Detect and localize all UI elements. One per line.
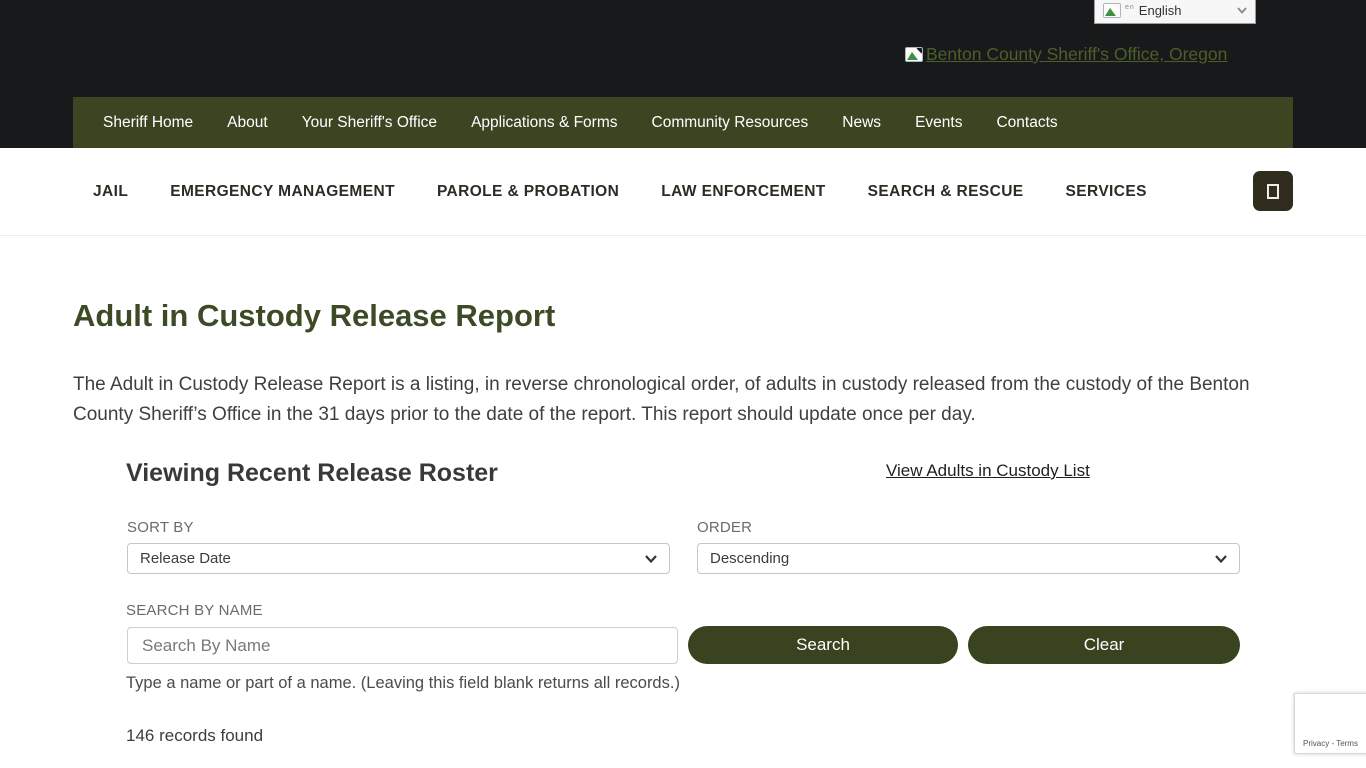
main-nav-item-contacts[interactable]: Contacts (979, 97, 1074, 148)
recaptcha-privacy-terms[interactable]: Privacy - Terms (1303, 739, 1358, 748)
search-by-name-input[interactable] (127, 627, 678, 664)
site-logo-link[interactable]: Benton County Sheriff's Office, Oregon (905, 44, 1227, 65)
secondary-nav-item-law-enforcement[interactable]: LAW ENFORCEMENT (661, 183, 825, 201)
language-selector[interactable]: en English (1094, 0, 1256, 24)
main-nav-item-your-sheriff-s-office[interactable]: Your Sheriff's Office (285, 97, 454, 148)
search-by-name-label: SEARCH BY NAME (126, 602, 263, 619)
main-nav-item-sheriff-home[interactable]: Sheriff Home (86, 97, 210, 148)
secondary-nav-item-search-rescue[interactable]: SEARCH & RESCUE (868, 183, 1024, 201)
secondary-nav: JAIL EMERGENCY MANAGEMENT PAROLE & PROBATI… (0, 148, 1366, 236)
records-found-text: 146 records found (126, 726, 263, 746)
main-nav-item-applications-forms[interactable]: Applications & Forms (454, 97, 634, 148)
language-code-label: en (1125, 4, 1135, 11)
broken-image-icon (905, 47, 923, 62)
page-title: Adult in Custody Release Report (73, 298, 555, 334)
search-toggle-button[interactable] (1253, 171, 1293, 211)
clear-button[interactable]: Clear (968, 626, 1240, 664)
search-helper-text: Type a name or part of a name. (Leaving … (126, 674, 680, 693)
sort-by-selected-value: Release Date (140, 550, 231, 567)
language-selected-label: English (1139, 3, 1182, 18)
recaptcha-badge[interactable]: Privacy - Terms (1294, 693, 1366, 754)
chevron-down-icon (1237, 7, 1247, 14)
main-nav-item-about[interactable]: About (210, 97, 285, 148)
sort-by-label: SORT BY (127, 519, 194, 536)
secondary-nav-item-jail[interactable]: JAIL (93, 183, 128, 201)
secondary-nav-item-emergency-management[interactable]: EMERGENCY MANAGEMENT (170, 183, 395, 201)
site-link-label: Benton County Sheriff's Office, Oregon (926, 44, 1227, 65)
broken-flag-icon (1103, 3, 1121, 18)
top-header: en English Benton County Sheriff's Offic… (0, 0, 1366, 148)
page-description: The Adult in Custody Release Report is a… (73, 370, 1251, 430)
search-button[interactable]: Search (688, 626, 958, 664)
secondary-nav-item-parole-probation[interactable]: PAROLE & PROBATION (437, 183, 619, 201)
order-select[interactable]: Descending (697, 543, 1240, 574)
view-custody-list-link[interactable]: View Adults in Custody List (886, 461, 1090, 481)
sort-by-select[interactable]: Release Date (127, 543, 670, 574)
main-nav-item-events[interactable]: Events (898, 97, 979, 148)
main-nav-item-community-resources[interactable]: Community Resources (635, 97, 826, 148)
search-icon (1267, 184, 1279, 199)
order-label: ORDER (697, 519, 752, 536)
secondary-nav-item-services[interactable]: SERVICES (1066, 183, 1147, 201)
chevron-down-icon (1215, 555, 1227, 563)
order-selected-value: Descending (710, 550, 789, 567)
main-nav-item-news[interactable]: News (825, 97, 898, 148)
chevron-down-icon (645, 555, 657, 563)
main-nav: Sheriff HomeAboutYour Sheriff's OfficeAp… (73, 97, 1293, 148)
roster-heading: Viewing Recent Release Roster (126, 459, 498, 488)
